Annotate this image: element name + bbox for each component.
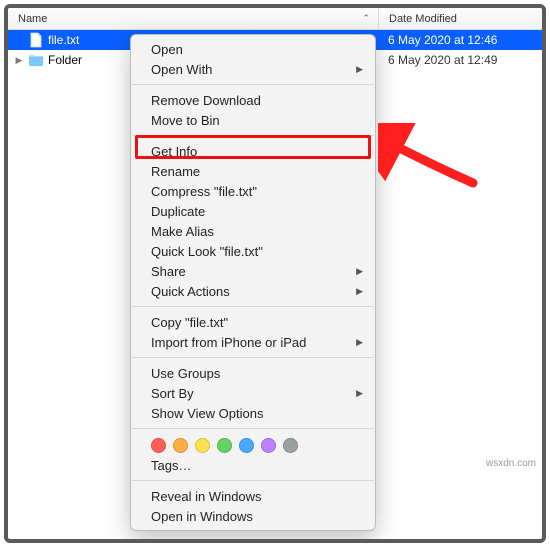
menu-item-import[interactable]: Import from iPhone or iPad [131,332,375,352]
menu-item-share[interactable]: Share [131,261,375,281]
menu-label: Open [151,42,183,57]
item-date: 6 May 2020 at 12:49 [378,53,542,67]
tag-dot-blue[interactable] [239,438,254,453]
menu-item-duplicate[interactable]: Duplicate [131,201,375,221]
tag-dot-gray[interactable] [283,438,298,453]
column-header: Name ⌃ Date Modified [8,8,542,30]
menu-item-show-view-options[interactable]: Show View Options [131,403,375,423]
menu-label: Rename [151,164,200,179]
menu-label: Quick Look "file.txt" [151,244,263,259]
sort-caret-icon: ⌃ [362,13,370,24]
tag-dot-purple[interactable] [261,438,276,453]
menu-item-open-with[interactable]: Open With [131,59,375,79]
tag-dot-red[interactable] [151,438,166,453]
item-name: Folder [48,53,82,67]
menu-item-sort-by[interactable]: Sort By [131,383,375,403]
menu-item-reveal-in-windows[interactable]: Reveal in Windows [131,486,375,506]
menu-label: Use Groups [151,366,220,381]
menu-separator [132,480,374,481]
menu-label: Remove Download [151,93,261,108]
tag-dot-yellow[interactable] [195,438,210,453]
menu-item-open-in-windows[interactable]: Open in Windows [131,506,375,526]
menu-item-use-groups[interactable]: Use Groups [131,363,375,383]
menu-label: Show View Options [151,406,264,421]
menu-item-tags[interactable]: Tags… [131,455,375,475]
item-name: file.txt [48,33,79,47]
menu-item-compress[interactable]: Compress "file.txt" [131,181,375,201]
tag-dot-orange[interactable] [173,438,188,453]
menu-separator [132,306,374,307]
menu-item-remove-download[interactable]: Remove Download [131,90,375,110]
disclosure-triangle-icon[interactable]: ▶ [14,55,24,66]
menu-item-move-to-bin[interactable]: Move to Bin [131,110,375,130]
menu-separator [132,428,374,429]
tag-dot-green[interactable] [217,438,232,453]
menu-item-copy[interactable]: Copy "file.txt" [131,312,375,332]
column-label: Name [18,13,47,25]
menu-label: Duplicate [151,204,205,219]
column-label: Date Modified [389,13,457,25]
menu-label: Quick Actions [151,284,230,299]
menu-label: Reveal in Windows [151,489,262,504]
menu-tag-colors[interactable] [131,434,375,455]
menu-label: Share [151,264,186,279]
menu-label: Move to Bin [151,113,220,128]
menu-item-quick-look[interactable]: Quick Look "file.txt" [131,241,375,261]
menu-label: Tags… [151,458,191,473]
finder-window: Name ⌃ Date Modified file.txt 6 May 2020… [4,4,546,543]
menu-label: Sort By [151,386,194,401]
annotation-arrow-icon [378,123,478,203]
context-menu: Open Open With Remove Download Move to B… [130,34,376,531]
column-header-name[interactable]: Name ⌃ [8,13,378,25]
menu-label: Make Alias [151,224,214,239]
column-header-date[interactable]: Date Modified [378,8,542,29]
menu-item-make-alias[interactable]: Make Alias [131,221,375,241]
menu-label: Import from iPhone or iPad [151,335,306,350]
menu-label: Open With [151,62,212,77]
menu-label: Compress "file.txt" [151,184,257,199]
menu-item-rename[interactable]: Rename [131,161,375,181]
file-icon [28,32,44,48]
item-date: 6 May 2020 at 12:46 [378,33,542,47]
menu-item-get-info[interactable]: Get Info [131,141,375,161]
watermark: wsxdn.com [486,458,536,469]
menu-label: Open in Windows [151,509,253,524]
folder-icon [28,52,44,68]
menu-label: Get Info [151,144,197,159]
menu-item-quick-actions[interactable]: Quick Actions [131,281,375,301]
menu-separator [132,84,374,85]
menu-separator [132,357,374,358]
menu-label: Copy "file.txt" [151,315,228,330]
menu-item-open[interactable]: Open [131,39,375,59]
menu-separator [132,135,374,136]
